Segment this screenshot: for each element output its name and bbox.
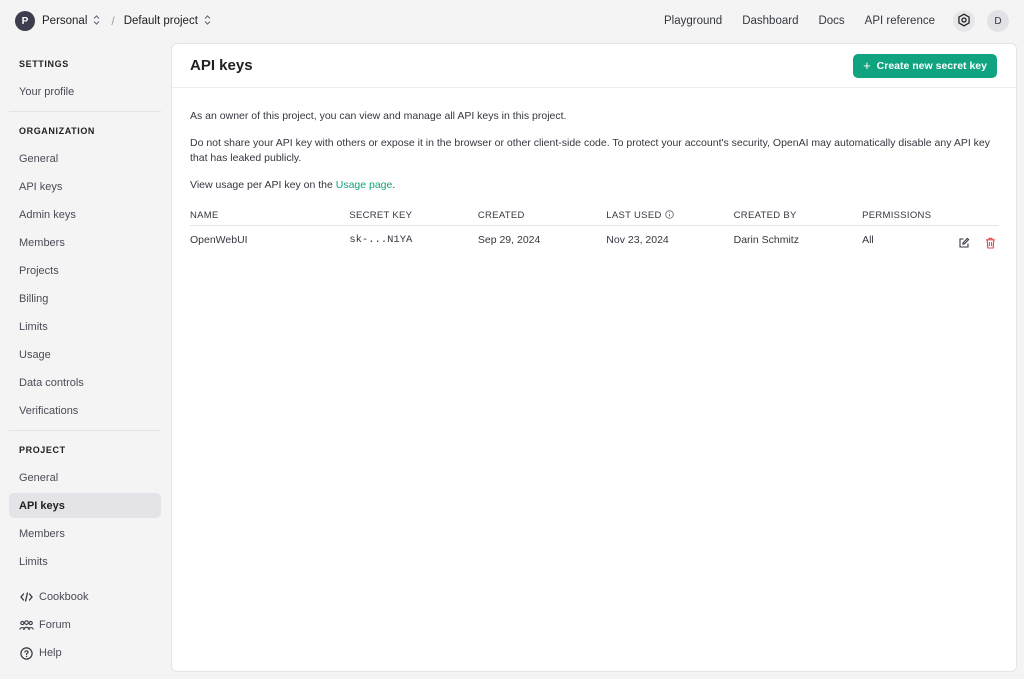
nav-playground[interactable]: Playground	[664, 15, 722, 27]
intro-text: As an owner of this project, you can vie…	[190, 110, 567, 122]
breadcrumb-separator: /	[111, 14, 115, 28]
footer-link-cookbook[interactable]: Cookbook	[9, 585, 161, 609]
footer-label-help: Help	[39, 647, 62, 659]
sidebar: SETTINGS Your profile ORGANIZATION Gener…	[9, 42, 161, 679]
chevron-up-down-icon	[204, 15, 211, 27]
sidebar-item-project-general[interactable]: General	[9, 465, 161, 490]
org-switcher[interactable]: P Personal	[15, 11, 100, 31]
info-icon[interactable]	[664, 210, 674, 222]
column-header-last-used: LAST USED	[606, 207, 734, 226]
edit-icon	[958, 237, 970, 252]
settings-button[interactable]	[953, 10, 975, 32]
usage-prefix: View usage per API key on the	[190, 179, 336, 191]
footer-label-cookbook: Cookbook	[39, 591, 89, 603]
sidebar-item-admin-keys[interactable]: Admin keys	[9, 202, 161, 227]
create-secret-key-label: Create new secret key	[876, 59, 987, 72]
footer-link-help[interactable]: Help	[9, 641, 161, 665]
cell-secret-key: sk-...N1YA	[349, 233, 413, 246]
nav-docs[interactable]: Docs	[818, 15, 844, 27]
footer-link-forum[interactable]: Forum	[9, 613, 161, 637]
sidebar-item-usage[interactable]: Usage	[9, 342, 161, 367]
project-name: Default project	[123, 15, 198, 27]
panel-header: API keys + Create new secret key	[172, 44, 1016, 88]
sidebar-item-project-members[interactable]: Members	[9, 521, 161, 546]
cell-name: OpenWebUI	[190, 233, 248, 246]
sidebar-item-billing[interactable]: Billing	[9, 286, 161, 311]
sidebar-footer: Cookbook Forum Help	[9, 585, 161, 669]
column-header-created-by: CREATED BY	[733, 207, 863, 226]
org-name: Personal	[42, 15, 88, 27]
row-actions	[947, 226, 999, 254]
edit-key-button[interactable]	[955, 236, 973, 254]
section-heading-settings: SETTINGS	[19, 59, 69, 69]
usage-text: View usage per API key on the Usage page…	[190, 178, 998, 193]
sidebar-divider	[9, 430, 161, 431]
sidebar-item-data-controls[interactable]: Data controls	[9, 370, 161, 395]
cell-last-used: Nov 23, 2024	[606, 233, 669, 246]
trash-icon	[985, 237, 996, 252]
sidebar-item-your-profile[interactable]: Your profile	[9, 79, 161, 104]
table-row: OpenWebUI sk-...N1YA Sep 29, 2024 Nov 23…	[190, 225, 999, 254]
api-keys-table: NAME SECRET KEY CREATED LAST USED CREATE…	[190, 207, 999, 254]
user-avatar[interactable]: D	[987, 10, 1009, 32]
warning-text: Do not share your API key with others or…	[190, 137, 991, 164]
org-avatar: P	[15, 11, 35, 31]
column-header-name: NAME	[190, 207, 350, 226]
cell-actions	[947, 225, 999, 254]
section-heading-organization: ORGANIZATION	[19, 126, 96, 136]
nav-dashboard[interactable]: Dashboard	[742, 15, 798, 27]
main-panel: API keys + Create new secret key As an o…	[171, 43, 1017, 672]
sidebar-item-projects[interactable]: Projects	[9, 258, 161, 283]
sidebar-item-org-limits[interactable]: Limits	[9, 314, 161, 339]
delete-key-button[interactable]	[981, 236, 999, 254]
sidebar-divider	[9, 111, 161, 112]
usage-suffix: .	[392, 179, 396, 191]
footer-label-forum: Forum	[39, 619, 71, 631]
column-header-actions	[947, 207, 999, 226]
sidebar-item-org-members[interactable]: Members	[9, 230, 161, 255]
gear-icon	[957, 13, 971, 30]
project-switcher[interactable]: Default project	[124, 15, 211, 27]
sidebar-item-project-limits[interactable]: Limits	[9, 549, 161, 574]
section-heading-project: PROJECT	[19, 445, 66, 455]
column-header-last-used-label: LAST USED	[606, 209, 662, 221]
top-nav: Playground Dashboard Docs API reference …	[664, 10, 1009, 32]
column-header-permissions: PERMISSIONS	[862, 207, 947, 226]
create-secret-key-button[interactable]: + Create new secret key	[853, 53, 997, 78]
nav-api-reference[interactable]: API reference	[865, 15, 935, 27]
plus-icon: +	[863, 58, 871, 73]
panel-body: As an owner of this project, you can vie…	[172, 88, 1016, 254]
help-circle-icon	[18, 646, 34, 660]
usage-page-link[interactable]: Usage page	[336, 179, 393, 191]
top-bar: P Personal / Default project Playground …	[0, 0, 1024, 42]
sidebar-item-org-general[interactable]: General	[9, 146, 161, 171]
table-header-row: NAME SECRET KEY CREATED LAST USED CREATE…	[190, 207, 999, 226]
column-header-created: CREATED	[477, 207, 607, 226]
column-header-secret-key: SECRET KEY	[349, 207, 478, 226]
people-icon	[18, 619, 34, 631]
sidebar-item-org-api-keys[interactable]: API keys	[9, 174, 161, 199]
cell-permissions: All	[862, 233, 874, 246]
sidebar-item-verifications[interactable]: Verifications	[9, 398, 161, 423]
chevron-up-down-icon	[93, 15, 100, 27]
sidebar-item-project-api-keys[interactable]: API keys	[9, 493, 161, 518]
page-title: API keys	[190, 57, 253, 74]
code-icon	[18, 592, 34, 602]
cell-created-by: Darin Schmitz	[733, 233, 799, 246]
cell-created: Sep 29, 2024	[477, 233, 541, 246]
